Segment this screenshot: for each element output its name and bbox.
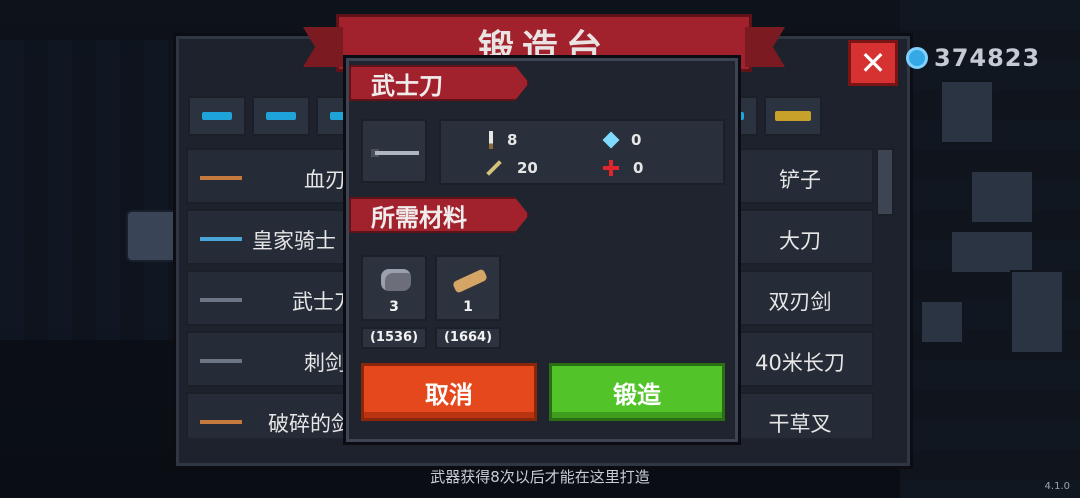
weapon-item-right[interactable]: 40米长刀 [726, 331, 874, 387]
weapon-name: 破碎的剑 [268, 412, 352, 436]
weapon-thumb [200, 237, 242, 241]
crosshair-icon [603, 160, 619, 176]
close-button[interactable]: ✕ [848, 40, 898, 86]
energy-icon [602, 131, 620, 149]
cancel-button[interactable]: 取消 [361, 363, 537, 421]
weapon-thumb [200, 359, 242, 363]
damage-value: 8 [507, 131, 518, 149]
weapon-item-left[interactable]: 血刃 [186, 148, 350, 204]
tab-pistol[interactable] [188, 96, 246, 136]
stat-accuracy: 0 [603, 159, 643, 177]
weapon-item-left[interactable]: 破碎的剑 [186, 392, 352, 438]
weapon-thumb [200, 420, 242, 424]
weapon-item-right[interactable]: 铲子 [726, 148, 874, 204]
weapon-item-left[interactable]: 武士刀 [186, 270, 355, 326]
accuracy-value: 0 [633, 159, 644, 177]
gem-icon [906, 47, 928, 69]
pistol-icon [202, 112, 232, 120]
weapon-item-right[interactable]: 双刃剑 [726, 270, 874, 326]
weapon-item-right[interactable]: 干草叉 [726, 392, 874, 438]
ore-icon [381, 269, 411, 291]
weapon-item-left[interactable]: 皇家骑士 [186, 209, 350, 265]
critical-value: 20 [517, 159, 538, 177]
weapon-name: 血刃 [304, 168, 346, 192]
wall-background [900, 0, 1080, 498]
weapon-item-right[interactable]: 大刀 [726, 209, 874, 265]
tab-crown[interactable] [764, 96, 822, 136]
weapon-name: 大刀 [779, 229, 821, 253]
weapon-preview [361, 119, 427, 183]
floor-tiles [0, 40, 175, 340]
weapon-name: 皇家骑士 [252, 229, 336, 253]
weapon-thumb [200, 176, 242, 180]
materials-ribbon: 所需材料 [349, 197, 529, 233]
stat-energy: 0 [602, 131, 642, 149]
damage-icon [489, 131, 493, 149]
weapon-stats: 8 0 20 0 [439, 119, 725, 185]
weapon-name: 铲子 [779, 168, 821, 192]
crown-icon [775, 111, 811, 121]
rifle-icon [266, 112, 296, 120]
katana-icon [375, 151, 419, 155]
forge-button[interactable]: 锻造 [549, 363, 725, 421]
weapon-item-left[interactable]: 刺剑 [186, 331, 350, 387]
material-stock: (1536) [361, 327, 427, 349]
weapon-name: 双刃剑 [768, 290, 832, 314]
stat-critical: 20 [485, 159, 538, 177]
weapon-name: 40米长刀 [755, 351, 845, 375]
material-qty: 1 [463, 299, 473, 315]
stat-damage: 8 [489, 131, 517, 149]
list-scrollbar[interactable] [876, 148, 894, 216]
weapon-name-ribbon: 武士刀 [349, 65, 529, 101]
material-card: 1 [435, 255, 501, 321]
gem-count: 374823 [934, 44, 1041, 72]
critical-icon [486, 160, 502, 176]
material-card: 3 [361, 255, 427, 321]
wood-icon [452, 268, 488, 294]
weapon-thumb [200, 298, 242, 302]
version-label: 4.1.0 [1044, 481, 1070, 492]
forge-dialog: 武士刀 8 0 20 0 所需材料 3 1 (1536) (1664) 取消 锻… [346, 58, 738, 442]
pet-sprite [126, 210, 178, 262]
weapon-name: 干草叉 [768, 412, 832, 436]
material-stock: (1664) [435, 327, 501, 349]
energy-value: 0 [631, 131, 642, 149]
weapon-name: 刺剑 [304, 351, 346, 375]
tab-rifle[interactable] [252, 96, 310, 136]
material-qty: 3 [389, 299, 399, 315]
forge-hint: 武器获得8次以后才能在这里打造 [430, 468, 650, 486]
close-icon: ✕ [859, 44, 887, 82]
gem-counter: 374823 [906, 44, 1040, 72]
